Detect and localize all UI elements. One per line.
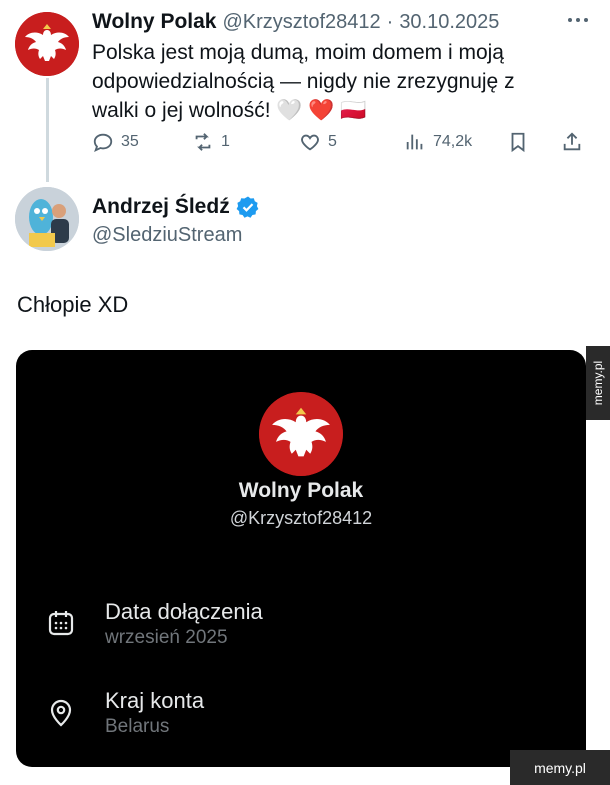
white-eagle-icon (15, 12, 79, 76)
reply-icon (93, 133, 113, 153)
tweet-date[interactable]: 30.10.2025 (399, 11, 499, 34)
country-value: Belarus (105, 716, 170, 737)
calendar-icon (48, 611, 74, 636)
location-pin-icon (50, 699, 72, 727)
retweet-icon (195, 133, 211, 151)
tweet-text: Polska jest moją dumą, moim domem i moją… (92, 38, 592, 125)
heart-icon (301, 134, 319, 151)
verified-badge-icon (236, 196, 259, 218)
tweet-text-line: walki o jej wolność! 🤍 ❤️ 🇵🇱 (92, 99, 367, 122)
watermark-side-text: memy.pl (591, 360, 606, 406)
reply-avatar[interactable] (15, 187, 79, 251)
separator: · (386, 11, 394, 33)
views-button[interactable]: 74,2k (404, 131, 472, 153)
country-label: Kraj konta (105, 688, 205, 713)
share-icon (563, 132, 581, 151)
card-avatar (259, 392, 343, 476)
watermark-bottom: memy.pl (510, 750, 610, 785)
reply-handle[interactable]: @SledziuStream (92, 224, 242, 247)
bookmark-icon (511, 132, 525, 153)
views-chart-icon (406, 134, 423, 150)
bookmark-button[interactable] (507, 131, 529, 153)
reply-button[interactable]: 35 (92, 131, 139, 153)
like-count: 5 (328, 133, 337, 150)
tweet-header: Wolny Polak @Krzysztof28412 · 30.10.2025 (92, 10, 499, 34)
reply-author-name[interactable]: Andrzej Śledź (92, 195, 230, 219)
joined-label: Data dołączenia (105, 599, 263, 624)
author-name[interactable]: Wolny Polak (92, 10, 216, 34)
reply-header: Andrzej Śledź (92, 195, 260, 219)
user-photo-icon (15, 187, 79, 251)
watermark-side: memy.pl (586, 346, 610, 420)
thread-line (46, 78, 49, 182)
white-eagle-icon (259, 392, 343, 476)
joined-value: wrzesień 2025 (105, 627, 228, 648)
tweet-text-line: odpowiedzialnością — nigdy nie zrezygnuj… (92, 70, 515, 93)
more-dots-icon[interactable] (566, 10, 590, 30)
views-count: 74,2k (433, 133, 473, 150)
card-handle: @Krzysztof28412 (229, 508, 373, 528)
card-name: Wolny Polak (238, 479, 364, 502)
reply-text: Chłopie XD (17, 292, 129, 317)
author-handle[interactable]: @Krzysztof28412 (222, 11, 380, 34)
profile-card: Wolny Polak @Krzysztof28412 Data dołącze… (16, 350, 586, 767)
retweet-count: 1 (221, 133, 230, 150)
author-avatar[interactable] (15, 12, 79, 76)
tweet-text-line: Polska jest moją dumą, moim domem i moją (92, 41, 504, 64)
like-button[interactable]: 5 (299, 131, 337, 153)
share-button[interactable] (561, 131, 583, 153)
retweet-button[interactable]: 1 (192, 131, 230, 153)
reply-count: 35 (121, 133, 139, 150)
